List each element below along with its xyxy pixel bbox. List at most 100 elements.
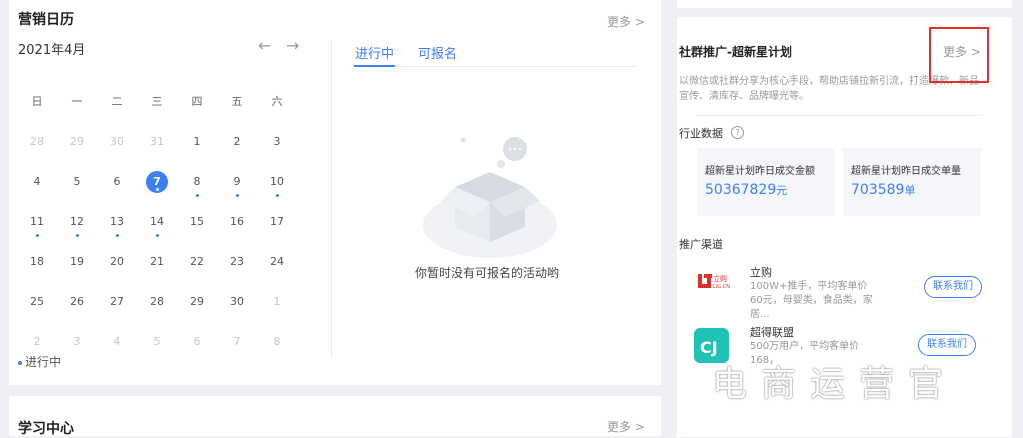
tab-active-indicator [354,65,395,67]
calendar-day[interactable]: 8 [257,331,297,353]
calendar-title: 营销日历 [18,12,74,28]
calendar-day[interactable]: 1 [177,131,217,153]
calendar-week-row: 11 12 13 14 15 16 17 [17,202,297,242]
calendar-day[interactable]: 16 [217,211,257,233]
stat-value: 703589单 [851,182,916,198]
prev-month-arrow-icon[interactable]: ← [258,36,271,55]
channel-name: 立购 [750,266,772,279]
event-dot-icon [75,234,79,237]
stat-label: 超新星计划昨日成交单量 [851,166,961,177]
calendar-day[interactable]: 25 [17,291,57,313]
channel-name: 超得联盟 [750,326,794,339]
calendar-week-row: 18 19 20 21 22 23 24 [17,242,297,282]
calendar-day[interactable]: 13 [97,211,137,237]
right-top-panel [677,0,1012,8]
help-icon[interactable]: ? [731,126,744,139]
calendar-day-today[interactable]: 7 [137,171,177,193]
calendar-week-row: 4 5 6 7 8 9 10 [17,162,297,202]
industry-data-label: 行业数据 [679,127,723,140]
calendar-day[interactable]: 14 [137,211,177,237]
calendar-grid: 日一二三四五六 28 29 30 31 1 2 3 4 5 6 7 8 9 10 11 12 13 14 15 16 17… [17,82,297,362]
calendar-day[interactable]: 15 [177,211,217,233]
calendar-day[interactable]: 21 [137,251,177,273]
calendar-week-row: 28 29 30 31 1 2 3 [17,122,297,162]
calendar-day[interactable]: 27 [97,291,137,313]
calendar-day[interactable]: 24 [257,251,297,273]
event-dot-icon [235,194,239,197]
tab-ongoing[interactable]: 进行中 [355,43,394,62]
calendar-day[interactable]: 6 [97,171,137,193]
calendar-day[interactable]: 28 [17,131,57,153]
svg-text:LIG.CN: LIG.CN [713,284,730,290]
highlight-box [929,27,989,83]
ligou-logo: 立购 LIG.CN [697,266,732,301]
contact-us-button[interactable]: 联系我们 [918,334,976,356]
calendar-day[interactable]: 29 [177,291,217,313]
empty-message: 你暂时没有可报名的活动哟 [415,266,560,280]
stat-value: 50367829元 [705,182,788,198]
calendar-day[interactable]: 17 [257,211,297,233]
learning-title: 学习中心 [18,421,74,437]
promo-title: 社群推广-超新星计划 [679,45,792,59]
calendar-day[interactable]: 30 [217,291,257,313]
calendar-day[interactable]: 26 [57,291,97,313]
calendar-more-link[interactable]: 更多 > [607,13,645,30]
calendar-day[interactable]: 3 [257,131,297,153]
stat-card-orders: 超新星计划昨日成交单量 703589单 [843,148,981,216]
calendar-day[interactable]: 12 [57,211,97,237]
tab-registrable[interactable]: 可报名 [418,43,457,62]
calendar-day[interactable]: 19 [57,251,97,273]
calendar-day[interactable]: 2 [17,331,57,353]
empty-box-icon [423,137,557,258]
svg-text:CJ: CJ [700,338,718,357]
calendar-day[interactable]: 8 [177,171,217,197]
calendar-day[interactable]: 30 [97,131,137,153]
calendar-day[interactable]: 28 [137,291,177,313]
weekday-label: 二 [111,95,123,108]
channels-label: 推广渠道 [679,238,723,251]
calendar-day[interactable]: 9 [217,171,257,197]
calendar-day[interactable]: 3 [57,331,97,353]
calendar-day[interactable]: 1 [257,291,297,313]
calendar-day[interactable]: 6 [177,331,217,353]
tab-baseline [354,66,636,67]
calendar-legend: 进行中 [18,353,61,370]
calendar-day[interactable]: 18 [17,251,57,273]
watermark-text: 电商运营官 [712,365,958,405]
calendar-day[interactable]: 5 [137,331,177,353]
calendar-divider [331,40,332,358]
weekday-label: 一 [71,95,83,108]
calendar-day[interactable]: 29 [57,131,97,153]
event-dot-icon [155,188,159,191]
calendar-day[interactable]: 10 [257,171,297,197]
event-dot-icon [155,234,159,237]
weekday-header-row: 日一二三四五六 [17,82,297,122]
legend-label: 进行中 [25,355,62,369]
weekday-label: 五 [231,95,243,108]
calendar-day[interactable]: 2 [217,131,257,153]
legend-dot-icon [18,360,22,365]
next-month-arrow-icon[interactable]: → [286,36,299,55]
weekday-label: 日 [31,95,43,108]
event-dot-icon [115,234,119,237]
calendar-day[interactable]: 11 [17,211,57,237]
calendar-day[interactable]: 5 [57,171,97,193]
calendar-day[interactable]: 23 [217,251,257,273]
calendar-week-row: 25 26 27 28 29 30 1 [17,282,297,322]
calendar-day[interactable]: 20 [97,251,137,273]
calendar-day[interactable]: 4 [97,331,137,353]
calendar-day[interactable]: 4 [17,171,57,193]
promo-divider [696,115,983,116]
calendar-day[interactable]: 31 [137,131,177,153]
calendar-day[interactable]: 22 [177,251,217,273]
weekday-label: 三 [151,95,163,108]
svg-text:立购: 立购 [713,274,727,283]
calendar-day[interactable]: 7 [217,331,257,353]
weekday-label: 六 [271,95,283,108]
event-dot-icon [35,234,39,237]
calendar-month: 2021年4月 [18,43,86,58]
learning-center-panel [9,396,661,436]
contact-us-button[interactable]: 联系我们 [924,276,982,298]
event-dot-icon [275,194,279,197]
event-dot-icon [195,194,199,197]
